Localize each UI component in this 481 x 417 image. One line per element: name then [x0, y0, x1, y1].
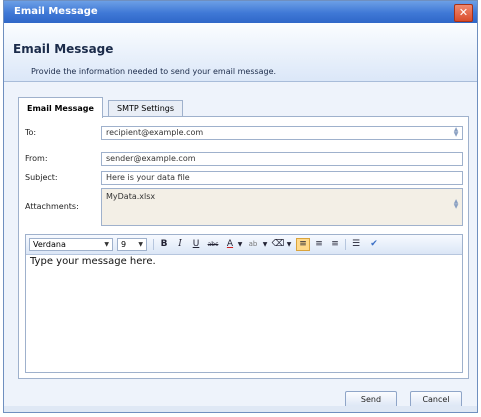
email-message-window: Email Message ✕ Email Message Provide th… — [3, 0, 478, 413]
chevron-down-icon: ▼ — [104, 241, 109, 248]
chevron-down-icon[interactable]: ▼ — [261, 238, 269, 251]
spellcheck-icon[interactable]: ✔ — [367, 238, 381, 251]
underline-button[interactable]: U — [189, 238, 203, 251]
status-bar — [4, 406, 477, 412]
close-icon: ✕ — [458, 6, 469, 19]
toolbar-divider — [153, 239, 154, 250]
align-center-icon[interactable]: ≡ — [312, 238, 326, 251]
chevron-down-icon: ▼ — [138, 241, 143, 248]
close-button[interactable]: ✕ — [454, 4, 473, 22]
chevron-down-icon[interactable]: ▼ — [236, 238, 244, 251]
formatting-toolbar: Verdana ▼ 9 ▼ B I U abc A ▼ ab ▼ ⌫ ▼ ≡ ≡… — [26, 235, 462, 255]
font-family-select[interactable]: Verdana ▼ — [29, 238, 113, 251]
italic-button[interactable]: I — [173, 238, 187, 251]
scroll-down-icon[interactable]: ▼ — [452, 204, 460, 210]
toolbar-divider — [345, 239, 346, 250]
strikethrough-button[interactable]: abc — [205, 238, 221, 251]
message-body[interactable]: Type your message here. — [30, 256, 156, 267]
font-size-select[interactable]: 9 ▼ — [117, 238, 147, 251]
align-left-icon[interactable]: ≡ — [296, 238, 310, 251]
to-value: recipient@example.com — [106, 128, 204, 137]
attachments-label: Attachments: — [25, 202, 79, 211]
align-right-icon[interactable]: ≡ — [328, 238, 342, 251]
to-label: To: — [25, 128, 37, 137]
subject-label: Subject: — [25, 173, 58, 182]
eraser-icon[interactable]: ⌫ — [271, 238, 285, 251]
window-title: Email Message — [14, 6, 98, 17]
attachments-list[interactable]: MyData.xlsx ▲ ▼ — [101, 188, 463, 226]
subject-value: Here is your data file — [106, 173, 190, 182]
highlight-button[interactable]: ab — [246, 238, 260, 251]
title-bar: Email Message ✕ — [4, 1, 477, 23]
message-editor[interactable]: Verdana ▼ 9 ▼ B I U abc A ▼ ab ▼ ⌫ ▼ ≡ ≡… — [25, 234, 463, 373]
scroll-down-icon[interactable]: ▼ — [452, 132, 460, 138]
header-title: Email Message — [13, 42, 114, 56]
from-label: From: — [25, 154, 48, 163]
font-family-value: Verdana — [33, 240, 66, 249]
from-field[interactable]: sender@example.com — [101, 152, 463, 166]
from-value: sender@example.com — [106, 154, 196, 163]
tab-email-message[interactable]: Email Message — [18, 97, 103, 118]
bullet-list-icon[interactable]: ☰ — [349, 238, 363, 251]
email-message-panel: To: recipient@example.com ▲ ▼ From: send… — [18, 116, 469, 379]
tab-smtp-settings[interactable]: SMTP Settings — [108, 100, 184, 117]
dialog-header: Email Message Provide the information ne… — [4, 23, 477, 82]
attachment-item[interactable]: MyData.xlsx — [106, 192, 155, 201]
to-field[interactable]: recipient@example.com ▲ ▼ — [101, 126, 463, 140]
to-scroll[interactable]: ▲ ▼ — [452, 127, 460, 138]
font-size-value: 9 — [121, 240, 127, 249]
chevron-down-icon[interactable]: ▼ — [285, 238, 293, 251]
subject-field[interactable]: Here is your data file — [101, 171, 463, 185]
bold-button[interactable]: B — [157, 238, 171, 251]
attachments-scroll[interactable]: ▲ ▼ — [452, 199, 460, 210]
font-color-button[interactable]: A — [223, 238, 237, 251]
header-description: Provide the information needed to send y… — [31, 67, 277, 76]
